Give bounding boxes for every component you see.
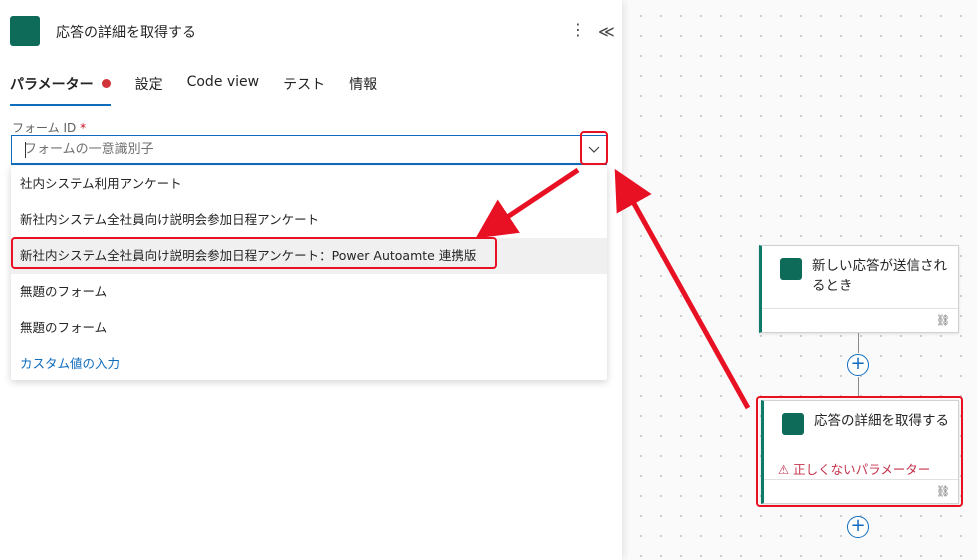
trigger-title: 新しい応答が送信されるとき — [812, 258, 947, 294]
more-options-icon[interactable]: ⋮ — [570, 20, 586, 39]
trigger-card[interactable]: 新しい応答が送信されるとき ⛓ — [759, 245, 959, 333]
tab-settings[interactable]: 設定 — [135, 74, 163, 102]
tab-parameters[interactable]: パラメーター — [10, 74, 111, 106]
action-title: 応答の詳細を取得する — [814, 413, 949, 429]
forms-icon — [782, 413, 804, 435]
link-icon: ⛓ — [936, 314, 950, 327]
form-id-input[interactable] — [12, 142, 572, 157]
dropdown-option[interactable]: 社内システム利用アンケート — [11, 166, 607, 202]
forms-icon — [780, 258, 802, 280]
link-icon: ⛓ — [936, 485, 950, 498]
action-card[interactable]: 応答の詳細を取得する ⚠ 正しくないパラメーター ⛓ — [761, 400, 959, 504]
action-details-panel: 応答の詳細を取得する ⋮ ≪ パラメーター 設定 Code view テスト 情… — [0, 0, 622, 560]
dropdown-option-highlighted[interactable]: 新社内システム全社員向け説明会参加日程アンケート：Power Autoamte … — [11, 238, 607, 274]
error-message: ⚠ 正しくないパラメーター — [778, 462, 931, 477]
form-id-label: フォーム ID * — [12, 121, 87, 135]
dropdown-option[interactable]: 新社内システム全社員向け説明会参加日程アンケート — [11, 202, 607, 238]
tab-code-view[interactable]: Code view — [187, 74, 260, 102]
text-caret — [25, 142, 26, 158]
dropdown-option[interactable]: 無題のフォーム — [11, 310, 607, 346]
error-dot — [101, 79, 111, 88]
form-id-combobox[interactable] — [11, 135, 607, 165]
dropdown-option[interactable]: 無題のフォーム — [11, 274, 607, 310]
custom-value-option[interactable]: カスタム値の入力 — [11, 346, 607, 382]
tab-bar: パラメーター 設定 Code view テスト 情報 — [10, 74, 377, 106]
connector-line — [858, 377, 859, 397]
form-id-dropdown: 社内システム利用アンケート 新社内システム全社員向け説明会参加日程アンケート 新… — [11, 166, 607, 380]
add-step-button[interactable]: + — [847, 354, 869, 376]
tab-info[interactable]: 情報 — [349, 74, 377, 102]
panel-title: 応答の詳細を取得する — [56, 25, 196, 41]
connector-line — [858, 333, 859, 353]
tab-test[interactable]: テスト — [283, 74, 325, 102]
collapse-panel-icon[interactable]: ≪ — [598, 22, 615, 41]
add-step-button[interactable]: + — [847, 516, 869, 538]
forms-app-icon — [10, 16, 40, 46]
chevron-down-icon[interactable] — [588, 143, 600, 155]
